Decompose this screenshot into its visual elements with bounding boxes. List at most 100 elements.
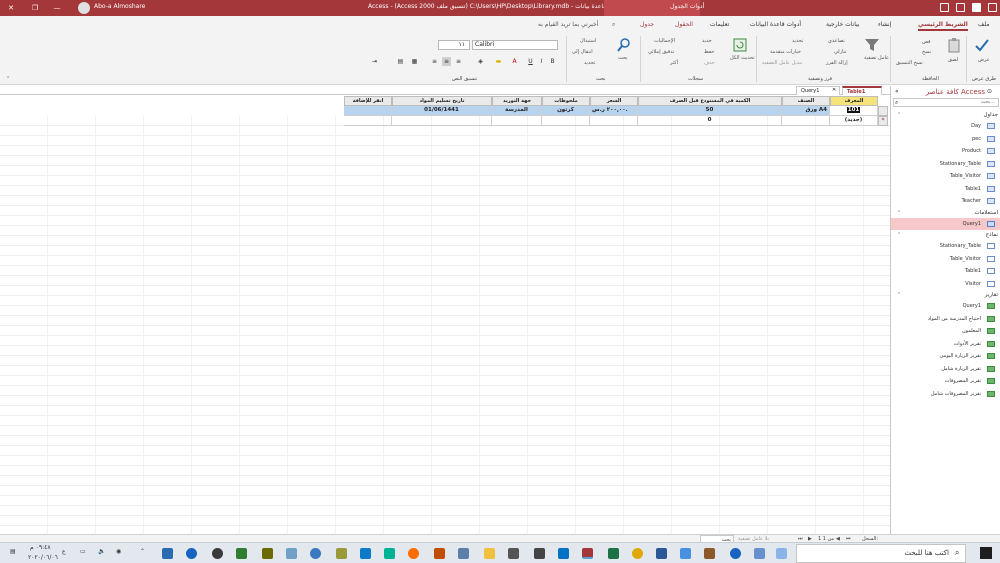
cell-quantity[interactable]: 50	[638, 106, 782, 116]
network-icon[interactable]: ◉	[116, 548, 121, 555]
format-painter-button[interactable]: نسخ التنسيق	[896, 60, 923, 66]
nav-item[interactable]: تقرير الزيارة اليومي	[891, 350, 1000, 362]
tab-fields[interactable]: الحقول	[675, 21, 693, 28]
tab-table[interactable]: جدول	[640, 21, 654, 28]
excel-icon[interactable]	[608, 548, 619, 559]
tab-table1[interactable]: Table1	[842, 86, 882, 95]
replace-button[interactable]: استبدال	[580, 38, 596, 44]
restore-window-button[interactable]: ❐	[28, 2, 42, 14]
column-header-notes[interactable]: ملحوظات	[542, 96, 590, 106]
paste-icon[interactable]	[946, 37, 962, 53]
filter-button[interactable]: عامل تصفية	[864, 55, 889, 61]
column-header-quantity[interactable]: الكمية في المستودع قبل الصرف	[638, 96, 782, 106]
spelling-button[interactable]: تدقيق إملائي	[648, 49, 674, 55]
new-row-price[interactable]	[590, 116, 638, 126]
nav-item[interactable]: تقرير الزيارة شامل	[891, 363, 1000, 375]
nav-item[interactable]: Table1	[891, 183, 1000, 195]
cell-delivery-date[interactable]: 01/06/1441	[392, 106, 492, 116]
refresh-all-icon[interactable]	[732, 37, 748, 53]
nav-item[interactable]: المعلمون	[891, 325, 1000, 337]
cell-category[interactable]: ورق A4	[782, 106, 830, 116]
new-record-button[interactable]: جديد	[702, 38, 712, 44]
undo-icon[interactable]	[940, 3, 949, 12]
app7-icon[interactable]	[186, 548, 197, 559]
cell-supplier[interactable]: المدرسة	[492, 106, 542, 116]
nav-item[interactable]: Stationary_Table	[891, 240, 1000, 252]
column-header-delivery-date[interactable]: تاريخ تسليم المواد	[392, 96, 492, 106]
descending-button[interactable]: تنازلي	[834, 49, 847, 55]
battery-icon[interactable]: ▭	[80, 548, 86, 555]
column-header-click-to-add[interactable]: انقر للإضافة	[344, 96, 392, 106]
collapse-nav-icon[interactable]: «	[895, 88, 899, 95]
chrome-icon[interactable]	[632, 548, 643, 559]
new-row-delivery-date[interactable]	[392, 116, 492, 126]
column-header-price[interactable]: السعر	[590, 96, 638, 106]
nav-item[interactable]: Day	[891, 120, 1000, 132]
close-tab-icon[interactable]: ✕	[832, 87, 836, 93]
photos-icon[interactable]	[458, 548, 469, 559]
view-button[interactable]: عرض	[978, 57, 990, 63]
nav-category[interactable]: ⌃ تقارير	[891, 290, 1000, 300]
nav-menu-chevron-icon[interactable]: ⊙	[987, 88, 992, 95]
media-icon[interactable]	[434, 548, 445, 559]
tab-database-tools[interactable]: أدوات قاعدة البيانات	[750, 21, 801, 28]
app-icon[interactable]	[534, 548, 545, 559]
align-left-icon[interactable]: ≡	[430, 57, 439, 66]
cell-click-to-add[interactable]	[344, 106, 392, 116]
font-name-select[interactable]: Calibri	[472, 40, 558, 50]
tab-create[interactable]: إنشاء	[878, 21, 891, 28]
nav-item[interactable]: Query1	[891, 300, 1000, 312]
delete-record-button[interactable]: حذف	[704, 60, 715, 66]
tray-overflow-icon[interactable]: ⌃	[140, 548, 145, 555]
new-row-quantity[interactable]: 0	[638, 116, 782, 126]
tell-me-box[interactable]: أخبرني بما تريد القيام به	[538, 21, 598, 28]
task-view-icon[interactable]	[776, 548, 787, 559]
new-row-category[interactable]	[782, 116, 830, 126]
align-center-icon[interactable]: ≡	[442, 57, 451, 66]
underline-button[interactable]: U	[526, 57, 535, 66]
app3-icon[interactable]	[336, 548, 347, 559]
tab-external-data[interactable]: بيانات خارجية	[826, 21, 860, 28]
nav-search-input[interactable]: بحث...	[893, 98, 999, 107]
cell-price[interactable]: ٢٠٠,٠٠ ر.س.	[590, 106, 638, 116]
app6-icon[interactable]	[212, 548, 223, 559]
language-indicator[interactable]: ع	[62, 548, 66, 555]
taskbar-search-box[interactable]: اكتب هنا للبحث	[796, 544, 966, 563]
close-window-button[interactable]: ✕	[4, 2, 18, 14]
nav-item[interactable]: Table1	[891, 265, 1000, 277]
column-header-category[interactable]: الصنف	[782, 96, 830, 106]
new-row-id[interactable]: (جديد)	[830, 116, 878, 126]
start-windows-icon[interactable]	[980, 547, 992, 559]
ascending-button[interactable]: تصاعدي	[828, 38, 845, 44]
volume-icon[interactable]: 🔈	[98, 548, 105, 555]
nav-category[interactable]: ⌃ نماذج	[891, 230, 1000, 240]
nav-item[interactable]: تقرير الأدوات	[891, 338, 1000, 350]
cell-notes[interactable]: كرتون	[542, 106, 590, 116]
nav-item[interactable]: pec	[891, 133, 1000, 145]
totals-button[interactable]: الإجماليات	[654, 38, 675, 44]
cut-button[interactable]: قص	[922, 39, 931, 45]
selection-button[interactable]: تحديد	[792, 38, 803, 44]
font-color-icon[interactable]: A	[510, 57, 519, 66]
cell-id[interactable]: 101	[830, 106, 878, 116]
whatsapp-icon[interactable]	[384, 548, 395, 559]
gridlines-icon[interactable]: ▦	[410, 57, 419, 66]
font-size-select[interactable]: ١١	[438, 40, 470, 50]
access-icon[interactable]	[582, 548, 593, 559]
calculator-icon[interactable]	[236, 548, 247, 559]
bold-button[interactable]: B	[548, 57, 557, 66]
globe-icon[interactable]	[310, 548, 321, 559]
align-right-icon[interactable]: ≡	[454, 57, 463, 66]
toggle-filter-button[interactable]: تبديل عامل التصفية	[762, 60, 802, 66]
app2-icon[interactable]	[360, 548, 371, 559]
refresh-all-button[interactable]: تحديث الكل	[730, 55, 755, 61]
nav-item[interactable]: تقرير المصروفات شامل	[891, 388, 1000, 400]
new-row-notes[interactable]	[542, 116, 590, 126]
collapse-ribbon-icon[interactable]: ⌃	[6, 76, 10, 82]
new-row-click-to-add[interactable]	[344, 116, 392, 126]
remove-sort-button[interactable]: إزالة الفرز	[826, 60, 848, 66]
mail-icon[interactable]	[508, 548, 519, 559]
tab-help[interactable]: تعليمات	[710, 21, 729, 28]
goto-button[interactable]: انتقال إلى	[572, 49, 593, 55]
firefox-icon[interactable]	[408, 548, 419, 559]
